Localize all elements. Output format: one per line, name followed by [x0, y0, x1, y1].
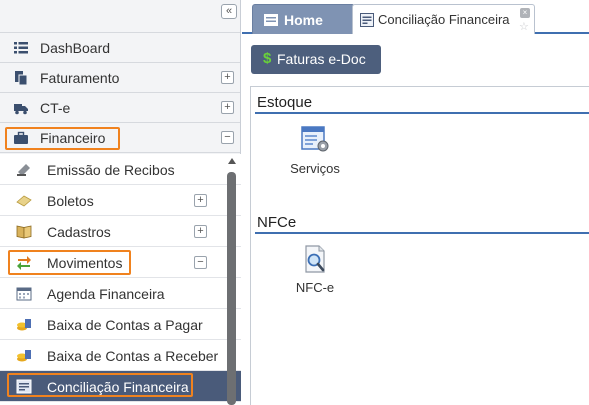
documents-icon	[15, 71, 28, 85]
submenu-scrollbar[interactable]	[227, 158, 237, 405]
highlight-financeiro	[5, 127, 120, 150]
sidebar-item-label: CT-e	[40, 100, 71, 116]
section-title-estoque: Estoque	[257, 94, 313, 111]
modules-panel: Estoque Serviços NFCe NFC-e	[250, 86, 589, 405]
submenu-item-boletos[interactable]: Boletos +	[0, 185, 241, 216]
favorite-star-icon[interactable]: ☆	[519, 20, 529, 33]
collapse-toggle[interactable]: −	[194, 256, 207, 269]
scroll-thumb[interactable]	[227, 172, 236, 405]
submenu-item-label: Baixa de Contas a Pagar	[47, 317, 203, 333]
tab-home[interactable]: Home	[252, 4, 355, 34]
tile-label: NFC-e	[295, 280, 335, 295]
sidebar-header	[0, 0, 240, 33]
financeiro-submenu: Emissão de Recibos Boletos + Cadastros +…	[0, 154, 241, 405]
sidebar-item-dashboard[interactable]: DashBoard	[0, 33, 240, 63]
tile-label: Serviços	[290, 161, 340, 176]
submenu-item-baixa-contas-receber[interactable]: Baixa de Contas a Receber	[0, 340, 241, 371]
eraser-icon	[16, 195, 32, 207]
book-icon	[16, 225, 32, 239]
sidebar-item-label: DashBoard	[40, 40, 111, 56]
sidebar-item-label: Faturamento	[40, 70, 120, 86]
tile-servicos[interactable]: Serviços	[280, 125, 350, 176]
faturas-edoc-label: Faturas e-Doc	[277, 51, 366, 67]
tab-conciliacao-financeira[interactable]: Conciliação Financeira × ☆	[352, 4, 535, 34]
tab-label: Home	[284, 12, 323, 28]
truck-icon	[14, 104, 28, 115]
search-document-icon	[305, 245, 325, 273]
dollar-icon: $	[263, 50, 272, 67]
tile-nfce[interactable]: NFC-e	[280, 244, 350, 295]
reconcile-icon	[360, 13, 374, 27]
faturas-edoc-button[interactable]: $ Faturas e-Doc	[251, 45, 381, 74]
section-divider	[255, 232, 589, 234]
scroll-up-arrow[interactable]	[228, 158, 236, 164]
tab-bar: Home Conciliação Financeira × ☆	[242, 0, 589, 34]
tab-label: Conciliação Financeira	[378, 12, 510, 27]
section-divider	[255, 112, 589, 114]
submenu-item-agenda-financeira[interactable]: Agenda Financeira	[0, 278, 241, 309]
expand-toggle[interactable]: +	[194, 194, 207, 207]
submenu-item-label: Emissão de Recibos	[47, 162, 175, 178]
collapse-sidebar-button[interactable]: «	[221, 4, 237, 19]
sidebar-item-cte[interactable]: CT-e +	[0, 93, 240, 123]
list-icon	[14, 42, 28, 54]
coins-icon	[17, 319, 31, 331]
highlight-conciliacao	[7, 373, 193, 397]
highlight-movimentos	[8, 250, 131, 275]
sidebar-item-faturamento[interactable]: Faturamento +	[0, 63, 240, 93]
expand-toggle[interactable]: +	[221, 101, 234, 114]
stamp-icon	[17, 164, 30, 176]
submenu-item-emissao-recibos[interactable]: Emissão de Recibos	[0, 154, 241, 185]
submenu-item-label: Boletos	[47, 193, 94, 209]
close-tab-icon[interactable]: ×	[520, 8, 530, 18]
home-tab-icon	[264, 14, 278, 26]
submenu-item-cadastros[interactable]: Cadastros +	[0, 216, 241, 247]
services-icon	[301, 126, 329, 152]
collapse-toggle[interactable]: −	[221, 131, 234, 144]
expand-toggle[interactable]: +	[194, 225, 207, 238]
coins-icon	[17, 350, 31, 362]
submenu-item-label: Agenda Financeira	[47, 286, 165, 302]
submenu-item-label: Baixa de Contas a Receber	[47, 348, 219, 364]
expand-toggle[interactable]: +	[221, 71, 234, 84]
calendar-icon	[16, 287, 32, 301]
submenu-item-label: Cadastros	[47, 224, 111, 240]
section-title-nfce: NFCe	[257, 214, 297, 231]
submenu-item-baixa-contas-pagar[interactable]: Baixa de Contas a Pagar	[0, 309, 241, 340]
